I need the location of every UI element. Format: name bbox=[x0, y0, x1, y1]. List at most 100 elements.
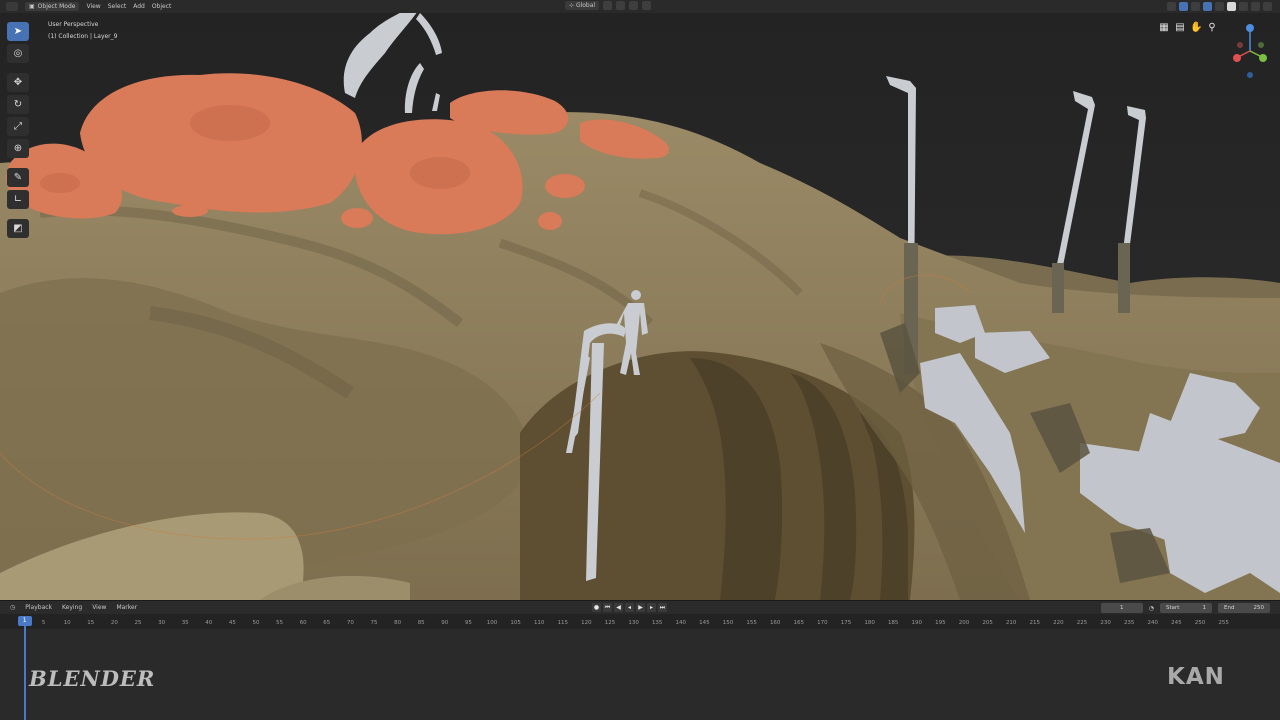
menu-add[interactable]: Add bbox=[133, 3, 145, 10]
rotate-tool[interactable]: ↻ bbox=[7, 95, 29, 114]
ruler-tick-label: 40 bbox=[205, 620, 212, 626]
ruler-tick-label: 200 bbox=[959, 620, 970, 626]
timeline-editor-icon[interactable]: ◷ bbox=[10, 604, 15, 611]
play-icon[interactable]: ▶ bbox=[636, 603, 645, 612]
ruler-tick-label: 125 bbox=[605, 620, 616, 626]
playback-controls: ● ⏮ ◀ ◂ ▶ ▸ ⏭ bbox=[592, 603, 667, 612]
ruler-tick-label: 160 bbox=[770, 620, 781, 626]
kan-watermark: KAN bbox=[1167, 664, 1225, 690]
ruler-tick-label: 255 bbox=[1218, 620, 1229, 626]
cursor-tool[interactable]: ◎ bbox=[7, 44, 29, 63]
gizmo-toggle-icon[interactable] bbox=[1179, 2, 1188, 11]
navigation-gizmo[interactable] bbox=[1228, 21, 1274, 79]
rendered-shading-icon[interactable] bbox=[1251, 2, 1260, 11]
wireframe-shading-icon[interactable] bbox=[1215, 2, 1224, 11]
frame-fields: 1 ◔ Start 1 End 250 bbox=[1100, 603, 1270, 613]
select-box-tool[interactable]: ➤ bbox=[7, 22, 29, 41]
playhead-frame-box[interactable]: 1 bbox=[17, 616, 32, 626]
menu-select[interactable]: Select bbox=[108, 3, 127, 10]
overlay-toggle-icon[interactable] bbox=[1191, 2, 1200, 11]
camera-view-icon[interactable]: ▦ bbox=[1158, 22, 1170, 34]
timeline-track[interactable] bbox=[0, 629, 1280, 720]
3d-viewport[interactable]: User Perspective (1) Collection | Layer_… bbox=[0, 13, 1280, 600]
measure-tool[interactable]: ∟ bbox=[7, 190, 29, 209]
snap-icon[interactable] bbox=[616, 1, 626, 10]
move-tool[interactable]: ✥ bbox=[7, 73, 29, 92]
ruler-tick-label: 45 bbox=[229, 620, 236, 626]
playhead-line[interactable] bbox=[23, 616, 26, 720]
jump-start-icon[interactable]: ⏮ bbox=[603, 603, 612, 612]
scale-tool[interactable]: ⤢ bbox=[7, 117, 29, 136]
start-value: 1 bbox=[1202, 605, 1207, 611]
jump-end-icon[interactable]: ⏭ bbox=[658, 603, 667, 612]
menu-marker[interactable]: Marker bbox=[116, 604, 137, 611]
ruler-tick-label: 110 bbox=[534, 620, 545, 626]
clock-icon[interactable]: ◔ bbox=[1149, 605, 1154, 612]
end-value: 250 bbox=[1253, 605, 1265, 611]
shading-controls bbox=[1167, 2, 1272, 11]
tool-shelf: ➤ ◎ ✥ ↻ ⤢ ⊕ ✎ ∟ ◩ bbox=[7, 22, 29, 238]
ruler-tick-label: 215 bbox=[1030, 620, 1041, 626]
ruler-tick-label: 90 bbox=[441, 620, 448, 626]
start-frame-field[interactable]: Start 1 bbox=[1160, 603, 1212, 613]
ruler-tick-label: 185 bbox=[888, 620, 899, 626]
pencil-icon: ✎ bbox=[13, 172, 23, 183]
timeline-header: ◷ Playback Keying View Marker ● ⏮ ◀ ◂ ▶ … bbox=[0, 600, 1280, 614]
menu-view[interactable]: View bbox=[86, 3, 100, 10]
ruler-ticks: 0510152025303540455055606570758085909510… bbox=[18, 620, 1229, 626]
orientation-label: Global bbox=[575, 2, 596, 9]
blender-watermark: BLENDER bbox=[29, 666, 156, 691]
ruler-tick-label: 70 bbox=[347, 620, 354, 626]
visibility-icon[interactable] bbox=[1167, 2, 1176, 11]
start-label: Start bbox=[1166, 605, 1180, 611]
ruler-tick-label: 225 bbox=[1077, 620, 1088, 626]
transform-orientation-select[interactable]: ⊹ Global bbox=[565, 1, 600, 10]
timeline-ruler[interactable]: 0510152025303540455055606570758085909510… bbox=[0, 614, 1280, 629]
gizmo-neg-y-handle bbox=[1258, 42, 1264, 48]
end-frame-field[interactable]: End 250 bbox=[1218, 603, 1270, 613]
menu-keying[interactable]: Keying bbox=[62, 604, 82, 611]
shading-options-icon[interactable] bbox=[1263, 2, 1272, 11]
xray-toggle-icon[interactable] bbox=[1203, 2, 1212, 11]
collection-info: (1) Collection | Layer_9 bbox=[48, 33, 118, 40]
snap-settings-icon[interactable] bbox=[629, 1, 639, 10]
gizmo-neg-z-handle bbox=[1247, 72, 1253, 78]
add-cube-tool[interactable]: ◩ bbox=[7, 219, 29, 238]
transform-icon: ⊕ bbox=[13, 143, 23, 154]
ruler-tick-label: 145 bbox=[699, 620, 710, 626]
ruler-tick-label: 245 bbox=[1171, 620, 1182, 626]
material-shading-icon[interactable] bbox=[1239, 2, 1248, 11]
ruler-tick-label: 35 bbox=[182, 620, 189, 626]
ruler-tick-label: 155 bbox=[746, 620, 757, 626]
zoom-icon[interactable]: ⚲ bbox=[1206, 22, 1218, 34]
menu-object[interactable]: Object bbox=[152, 3, 172, 10]
next-keyframe-icon[interactable]: ▸ bbox=[647, 603, 656, 612]
object-mode-icon: ▣ bbox=[29, 3, 35, 10]
ruler-tick-label: 220 bbox=[1053, 620, 1064, 626]
mode-selector[interactable]: ▣ Object Mode bbox=[25, 2, 80, 11]
record-icon[interactable]: ● bbox=[592, 603, 601, 612]
play-reverse-icon[interactable]: ◂ bbox=[625, 603, 634, 612]
current-frame-field[interactable]: 1 bbox=[1100, 603, 1143, 613]
end-label: End bbox=[1224, 605, 1235, 611]
gizmo-x-handle bbox=[1233, 54, 1241, 62]
ruler-tick-label: 170 bbox=[817, 620, 828, 626]
menu-timeline-view[interactable]: View bbox=[92, 604, 106, 611]
solid-shading-icon[interactable] bbox=[1227, 2, 1236, 11]
view-name: User Perspective bbox=[48, 21, 99, 28]
editor-type-icon[interactable] bbox=[6, 2, 18, 11]
annotate-tool[interactable]: ✎ bbox=[7, 168, 29, 187]
proportional-edit-icon[interactable] bbox=[642, 1, 652, 10]
pan-hand-icon[interactable]: ✋ bbox=[1190, 22, 1202, 34]
prev-keyframe-icon[interactable]: ◀ bbox=[614, 603, 623, 612]
transform-tools: ⊹ Global bbox=[565, 1, 652, 10]
pivot-point-icon[interactable] bbox=[603, 1, 613, 10]
view-info: User Perspective (1) Collection | Layer_… bbox=[48, 19, 117, 43]
ruler-tick-label: 80 bbox=[394, 620, 401, 626]
transform-tool[interactable]: ⊕ bbox=[7, 139, 29, 158]
ruler-tick-label: 115 bbox=[558, 620, 569, 626]
ruler-tick-label: 85 bbox=[418, 620, 425, 626]
ruler-tick-label: 205 bbox=[982, 620, 993, 626]
menu-playback[interactable]: Playback bbox=[25, 604, 52, 611]
grid-icon[interactable]: ▤ bbox=[1174, 22, 1186, 34]
